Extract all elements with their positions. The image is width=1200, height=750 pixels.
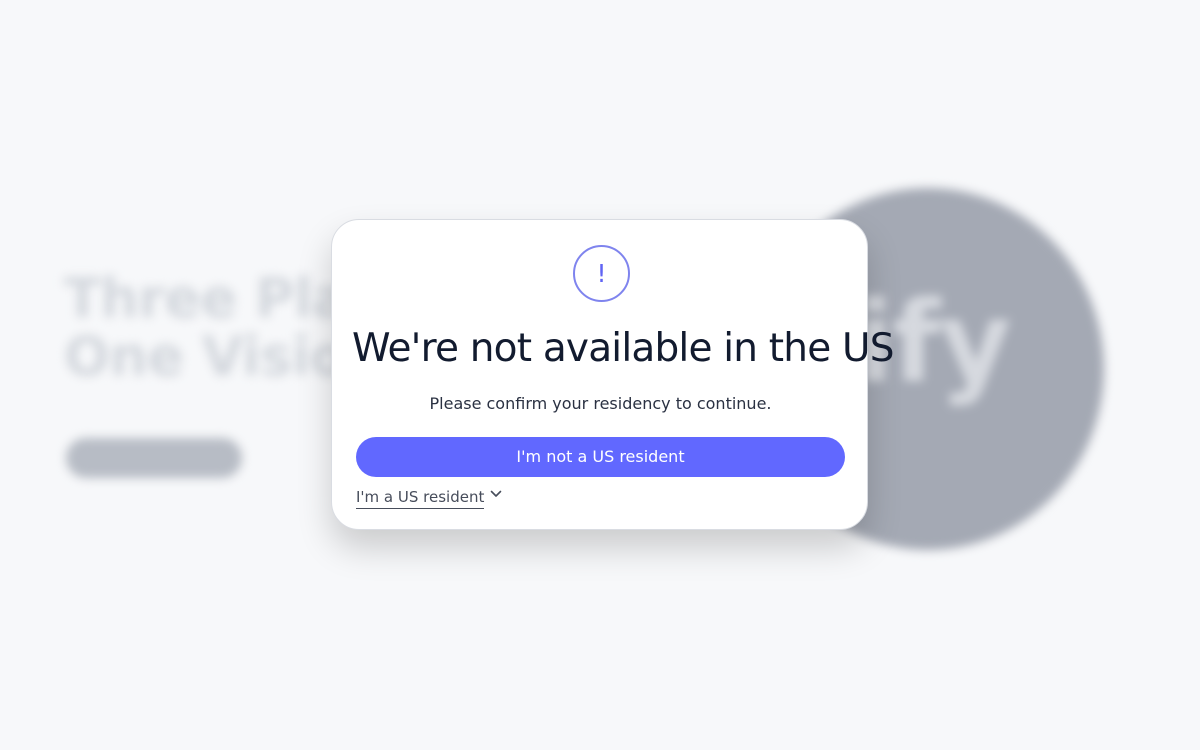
exclamation-icon: !: [573, 245, 630, 302]
residency-modal: ! We're not available in the US Please c…: [331, 219, 895, 530]
background-hero-subtitle: [66, 392, 356, 410]
modal-message: Please confirm your residency to continu…: [429, 394, 772, 413]
background-hero-title: Three Plat One Visio: [64, 267, 374, 388]
background-hero-title-line-2: One Visio: [64, 325, 347, 388]
us-resident-toggle[interactable]: I'm a US resident: [356, 486, 503, 510]
chevron-down-icon: [489, 487, 503, 501]
page: Three Plat One Visio tify ! We're not av…: [0, 0, 1200, 750]
us-resident-label: I'm a US resident: [356, 487, 485, 509]
modal-title: We're not available in the US: [352, 326, 895, 371]
background-hero-title-line-1: Three Plat: [64, 267, 374, 330]
background-cta-button: [66, 438, 242, 478]
not-us-resident-button[interactable]: I'm not a US resident: [356, 437, 845, 477]
